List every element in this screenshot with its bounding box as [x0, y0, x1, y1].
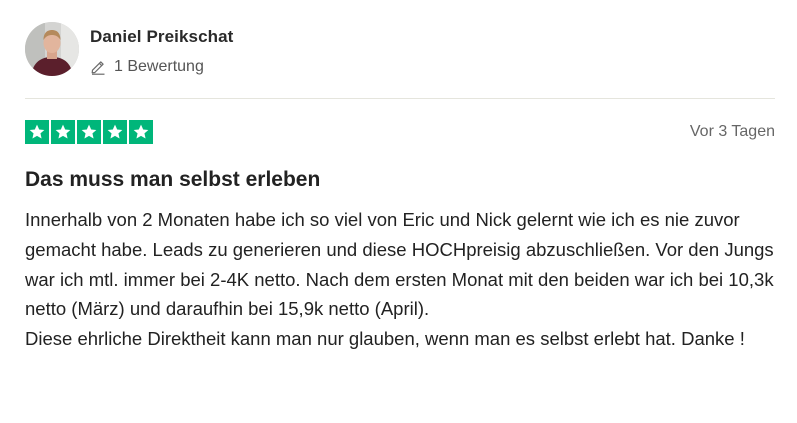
review-count-label: 1 Bewertung [114, 58, 204, 75]
review-body: Innerhalb von 2 Monaten habe ich so viel… [25, 205, 775, 354]
star-icon [129, 120, 153, 144]
reviewer-header: Daniel Preikschat 1 Bewertung [25, 22, 775, 80]
review-count: 1 Bewertung [90, 56, 204, 78]
reviewer-name[interactable]: Daniel Preikschat [90, 27, 233, 47]
review-paragraph: Diese ehrliche Direktheit kann man nur g… [25, 328, 745, 350]
avatar[interactable] [25, 22, 79, 76]
star-icon [77, 120, 101, 144]
divider [25, 98, 775, 99]
pencil-icon [90, 59, 106, 75]
star-icon [25, 120, 49, 144]
star-icon [103, 120, 127, 144]
star-icon [51, 120, 75, 144]
star-rating [25, 120, 153, 144]
review-title[interactable]: Das muss man selbst erleben [25, 168, 320, 192]
review-date: Vor 3 Tagen [689, 123, 775, 140]
review-paragraph: Innerhalb von 2 Monaten habe ich so viel… [25, 209, 774, 320]
review-card: Daniel Preikschat 1 Bewertung Vor 3 Tage… [25, 22, 775, 412]
